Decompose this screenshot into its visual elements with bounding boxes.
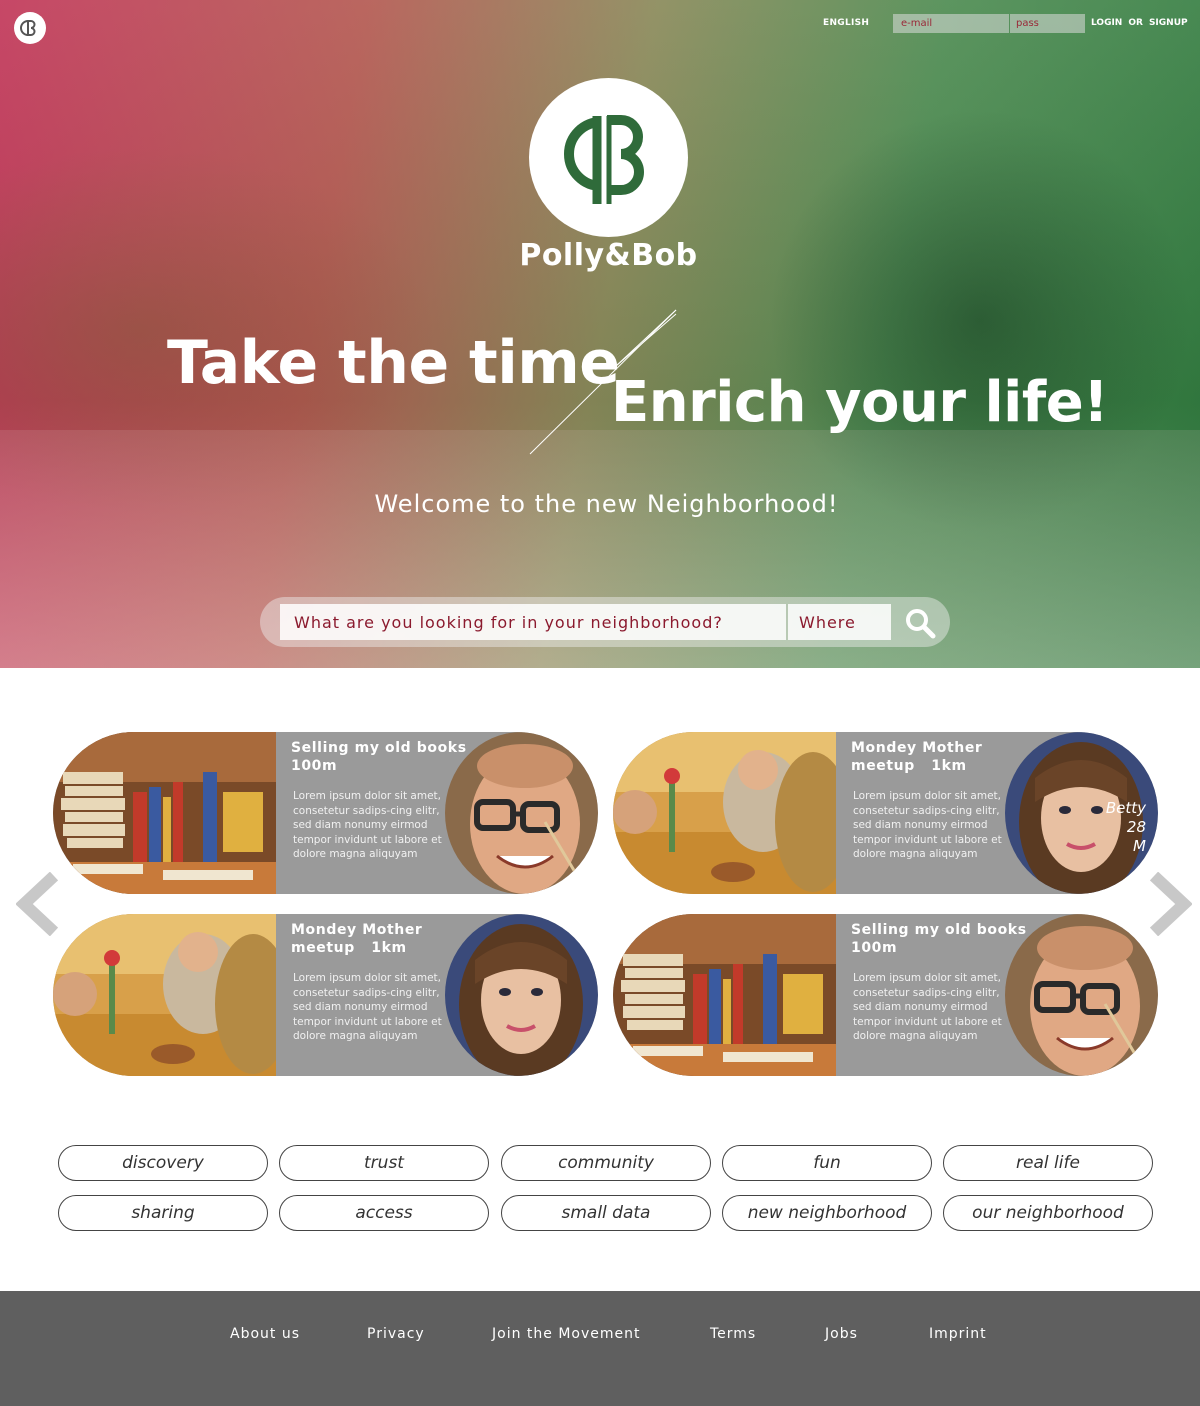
listing-description: Lorem ipsum dolor sit amet, consetetur s… xyxy=(293,972,442,1042)
headline-enrich-your-life: Enrich your life! xyxy=(611,370,1109,435)
listing-card[interactable]: Selling my old books 100m Lorem ipsum dol… xyxy=(613,914,1158,1076)
search-input[interactable] xyxy=(280,604,786,640)
hero-banner: ENGLISH LOGIN OR SIGNUP Polly&Bob Take the… xyxy=(0,0,1200,668)
password-field[interactable] xyxy=(1010,14,1085,33)
user-info: Betty 28 M xyxy=(1106,799,1146,856)
tag-sharing[interactable]: sharing xyxy=(58,1195,268,1231)
or-label: OR xyxy=(1128,18,1143,28)
user-avatar[interactable] xyxy=(1005,914,1158,1076)
listing-title: Mondey Mother meetup 1km xyxy=(851,740,983,774)
user-avatar[interactable] xyxy=(445,732,598,894)
listing-title: Selling my old books 100m xyxy=(851,922,1027,956)
footer-link-jobs[interactable]: Jobs xyxy=(825,1326,858,1342)
tag-community[interactable]: community xyxy=(501,1145,711,1181)
tag-discovery[interactable]: discovery xyxy=(58,1145,268,1181)
listing-title: Selling my old books 100m xyxy=(291,740,467,774)
chevron-right-icon xyxy=(1149,871,1193,937)
listing-photo xyxy=(613,914,836,1076)
tag-our-neighborhood[interactable]: our neighborhood xyxy=(943,1195,1153,1231)
listing-card[interactable]: Mondey Mother meetup 1km Lorem ipsum dol… xyxy=(613,732,1158,894)
listing-description: Lorem ipsum dolor sit amet, consetetur s… xyxy=(293,790,442,860)
language-selector[interactable]: ENGLISH xyxy=(823,18,869,28)
listing-photo xyxy=(53,732,276,894)
listing-photo xyxy=(613,732,836,894)
footer-link-terms[interactable]: Terms xyxy=(710,1326,756,1342)
listing-description: Lorem ipsum dolor sit amet, consetetur s… xyxy=(853,972,1002,1042)
tag-small-data[interactable]: small data xyxy=(501,1195,711,1231)
user-age: 28 xyxy=(1126,818,1146,836)
pb-monogram-icon xyxy=(564,115,644,204)
carousel-prev-button[interactable] xyxy=(15,871,60,940)
listing-description: Lorem ipsum dolor sit amet, consetetur s… xyxy=(853,790,1002,860)
signup-link[interactable]: SIGNUP xyxy=(1149,18,1188,28)
listing-title: Mondey Mother meetup 1km xyxy=(291,922,423,956)
brand-logo[interactable] xyxy=(529,78,688,237)
headline-take-the-time: Take the time xyxy=(167,328,620,398)
footer-link-privacy[interactable]: Privacy xyxy=(367,1326,425,1342)
search-icon xyxy=(906,609,936,639)
listing-card[interactable]: Mondey Mother meetup 1km Lorem ipsum dol… xyxy=(53,914,598,1076)
chevron-left-icon xyxy=(15,871,59,937)
brand-name: Polly&Bob xyxy=(519,238,698,273)
listing-card[interactable]: Selling my old books 100m Lorem ipsum dol… xyxy=(53,732,598,894)
user-name: Betty xyxy=(1105,799,1146,817)
tag-fun[interactable]: fun xyxy=(722,1145,932,1181)
footer-link-imprint[interactable]: Imprint xyxy=(929,1326,987,1342)
email-field[interactable] xyxy=(893,14,1009,33)
listing-photo xyxy=(53,914,276,1076)
user-avatar[interactable] xyxy=(445,914,598,1076)
login-link[interactable]: LOGIN xyxy=(1091,18,1122,28)
tag-access[interactable]: access xyxy=(279,1195,489,1231)
tag-new-neighborhood[interactable]: new neighborhood xyxy=(722,1195,932,1231)
tag-trust[interactable]: trust xyxy=(279,1145,489,1181)
footer: About us Privacy Join the Movement Terms… xyxy=(0,1291,1200,1406)
top-bar: ENGLISH LOGIN OR SIGNUP xyxy=(0,14,1200,34)
tag-real-life[interactable]: real life xyxy=(943,1145,1153,1181)
welcome-text: Welcome to the new Neighborhood! xyxy=(374,490,839,518)
carousel-next-button[interactable] xyxy=(1148,871,1193,940)
where-input[interactable] xyxy=(788,604,891,640)
footer-link-join-the-movement[interactable]: Join the Movement xyxy=(492,1326,641,1342)
auth-links: LOGIN OR SIGNUP xyxy=(1091,18,1188,28)
footer-link-about-us[interactable]: About us xyxy=(230,1326,300,1342)
user-gender: M xyxy=(1133,837,1146,855)
search-button[interactable] xyxy=(903,606,937,640)
